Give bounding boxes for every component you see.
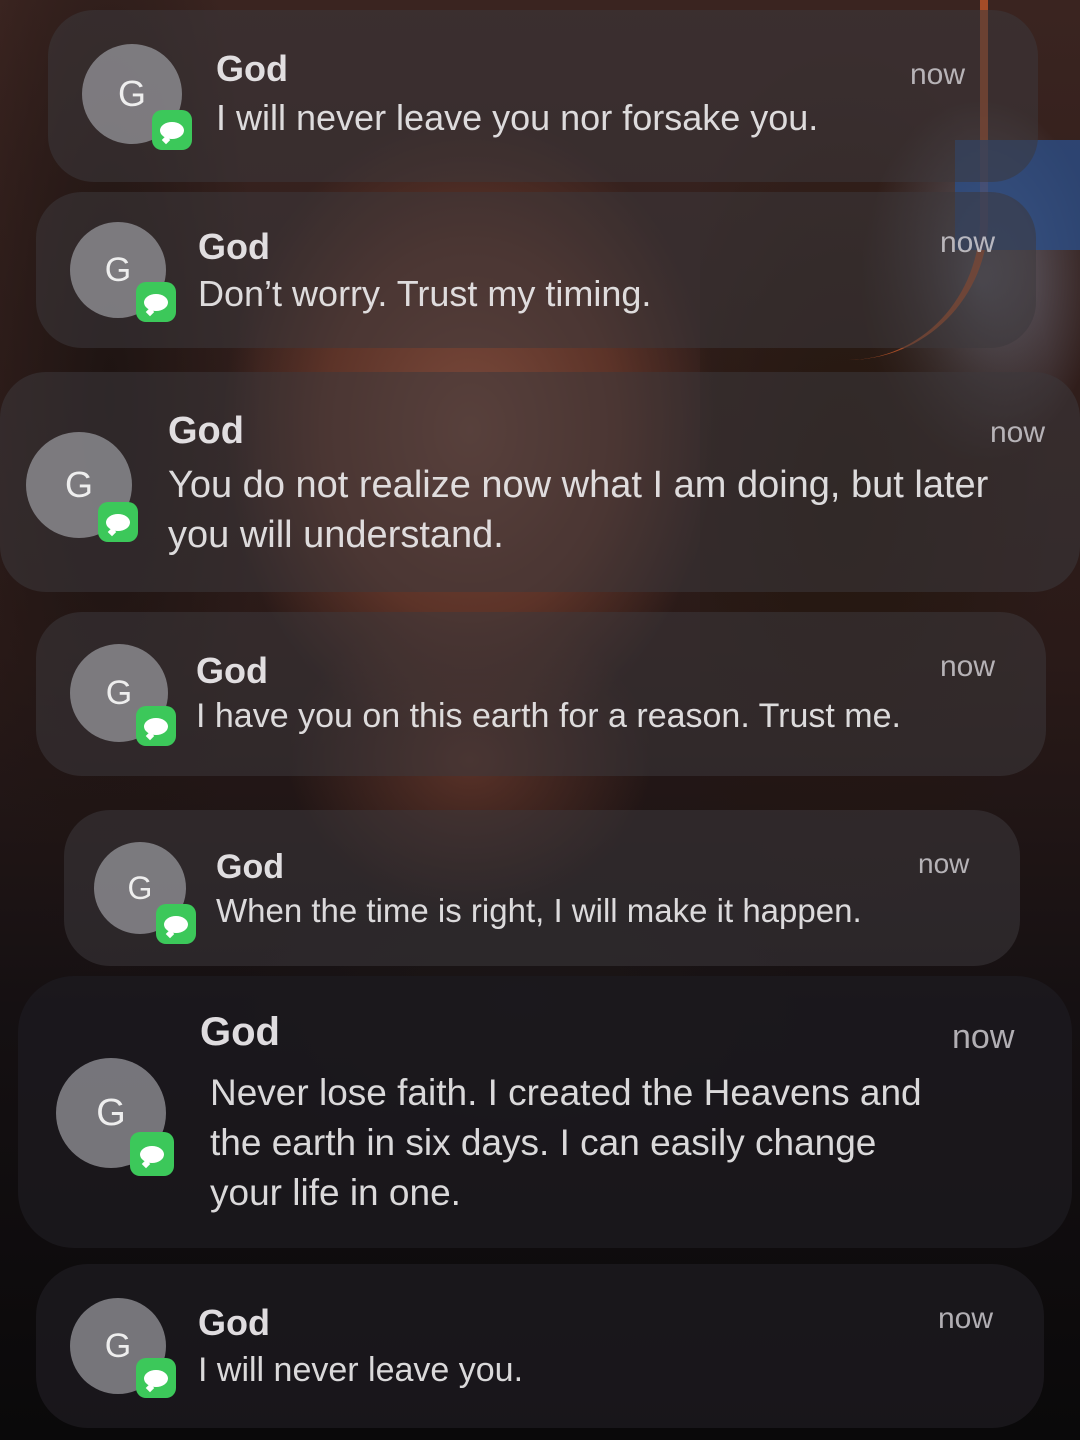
avatar-letter: G — [96, 1091, 126, 1134]
lock-screen: G God I will never leave you nor forsake… — [0, 0, 1080, 1440]
avatar-letter: G — [64, 464, 93, 505]
sender-name: God — [216, 48, 288, 89]
sender-name: God — [168, 410, 244, 452]
notification-card[interactable]: G God I will never leave you. now — [36, 1264, 1044, 1428]
message-text: When the time is right, I will make it h… — [216, 892, 862, 929]
timestamp: now — [910, 58, 966, 91]
sender-name: God — [200, 1010, 280, 1054]
timestamp: now — [938, 1302, 994, 1335]
avatar-letter: G — [104, 1326, 132, 1365]
notification-card[interactable]: G God Don’t worry. Trust my timing. now — [36, 192, 1036, 348]
avatar-letter: G — [104, 250, 132, 289]
messages-icon — [98, 502, 138, 542]
sender-name: God — [196, 650, 268, 691]
notification-card[interactable]: G God I have you on this earth for a rea… — [36, 612, 1046, 776]
messages-icon — [136, 282, 176, 322]
messages-icon — [152, 110, 192, 150]
message-text: I have you on this earth for a reason. T… — [196, 697, 901, 735]
messages-icon — [130, 1132, 174, 1176]
timestamp: now — [918, 848, 970, 879]
messages-icon — [156, 904, 196, 944]
sender-name: God — [198, 226, 270, 267]
message-text: You do not realize now what I am doing, … — [168, 464, 989, 556]
timestamp: now — [990, 416, 1046, 449]
message-text: Don’t worry. Trust my timing. — [198, 273, 652, 314]
sender-name: God — [216, 848, 284, 886]
avatar-letter: G — [117, 73, 146, 114]
avatar-letter: G — [105, 673, 133, 712]
avatar-letter: G — [127, 869, 153, 906]
notification-card[interactable]: G God When the time is right, I will mak… — [64, 810, 1020, 966]
timestamp: now — [940, 650, 996, 683]
notification-card[interactable]: G God Never lose faith. I created the He… — [18, 976, 1072, 1248]
message-text: I will never leave you. — [198, 1351, 524, 1389]
sender-name: God — [198, 1302, 270, 1343]
message-text: I will never leave you nor forsake you. — [216, 97, 819, 138]
timestamp: now — [952, 1018, 1015, 1056]
messages-icon — [136, 706, 176, 746]
notification-card[interactable]: G God I will never leave you nor forsake… — [48, 10, 1038, 182]
timestamp: now — [940, 226, 996, 259]
notification-card[interactable]: G God You do not realize now what I am d… — [0, 372, 1080, 592]
messages-icon — [136, 1358, 176, 1398]
message-text: Never lose faith. I created the Heavens … — [210, 1072, 922, 1213]
